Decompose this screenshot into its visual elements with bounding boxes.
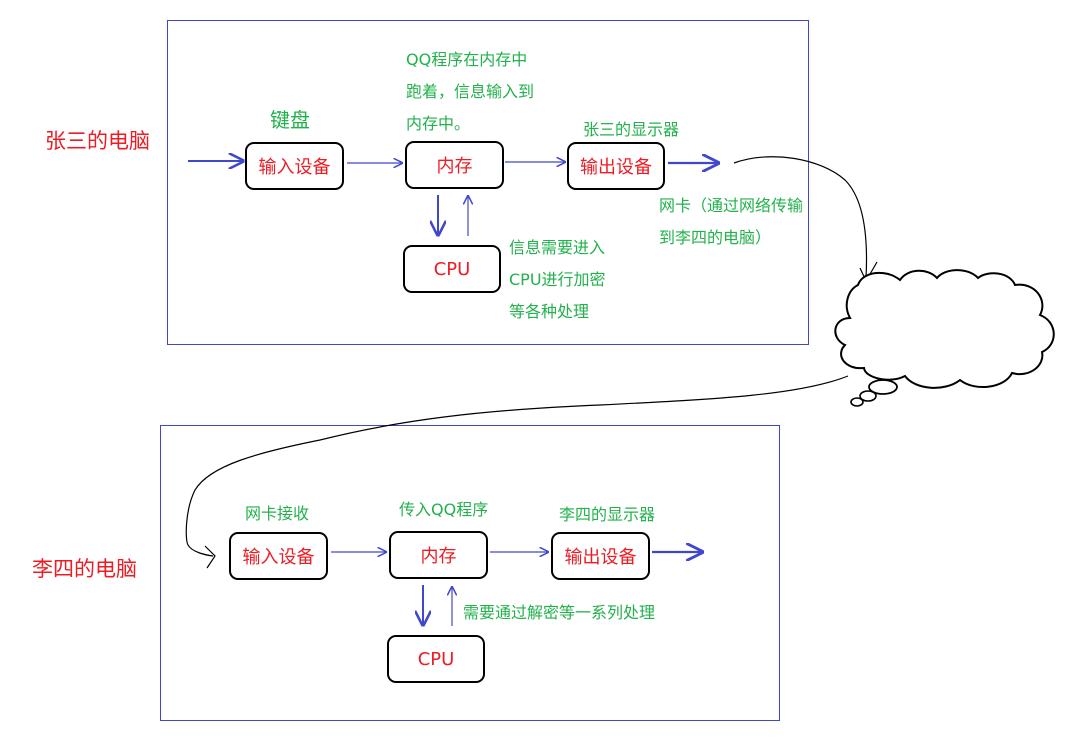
receive-curve — [185, 375, 849, 557]
network-cloud — [834, 269, 1055, 389]
transmit-curve — [733, 156, 868, 279]
diagram-canvas: 张三的电脑 键盘 输入设备 QQ程序在内存中 跑着，信息输入到 内存中。 内存 … — [0, 0, 1071, 743]
receive-curve-head — [204, 545, 216, 569]
connectors-layer — [185, 0, 1055, 743]
cloud-bubble — [850, 397, 864, 407]
